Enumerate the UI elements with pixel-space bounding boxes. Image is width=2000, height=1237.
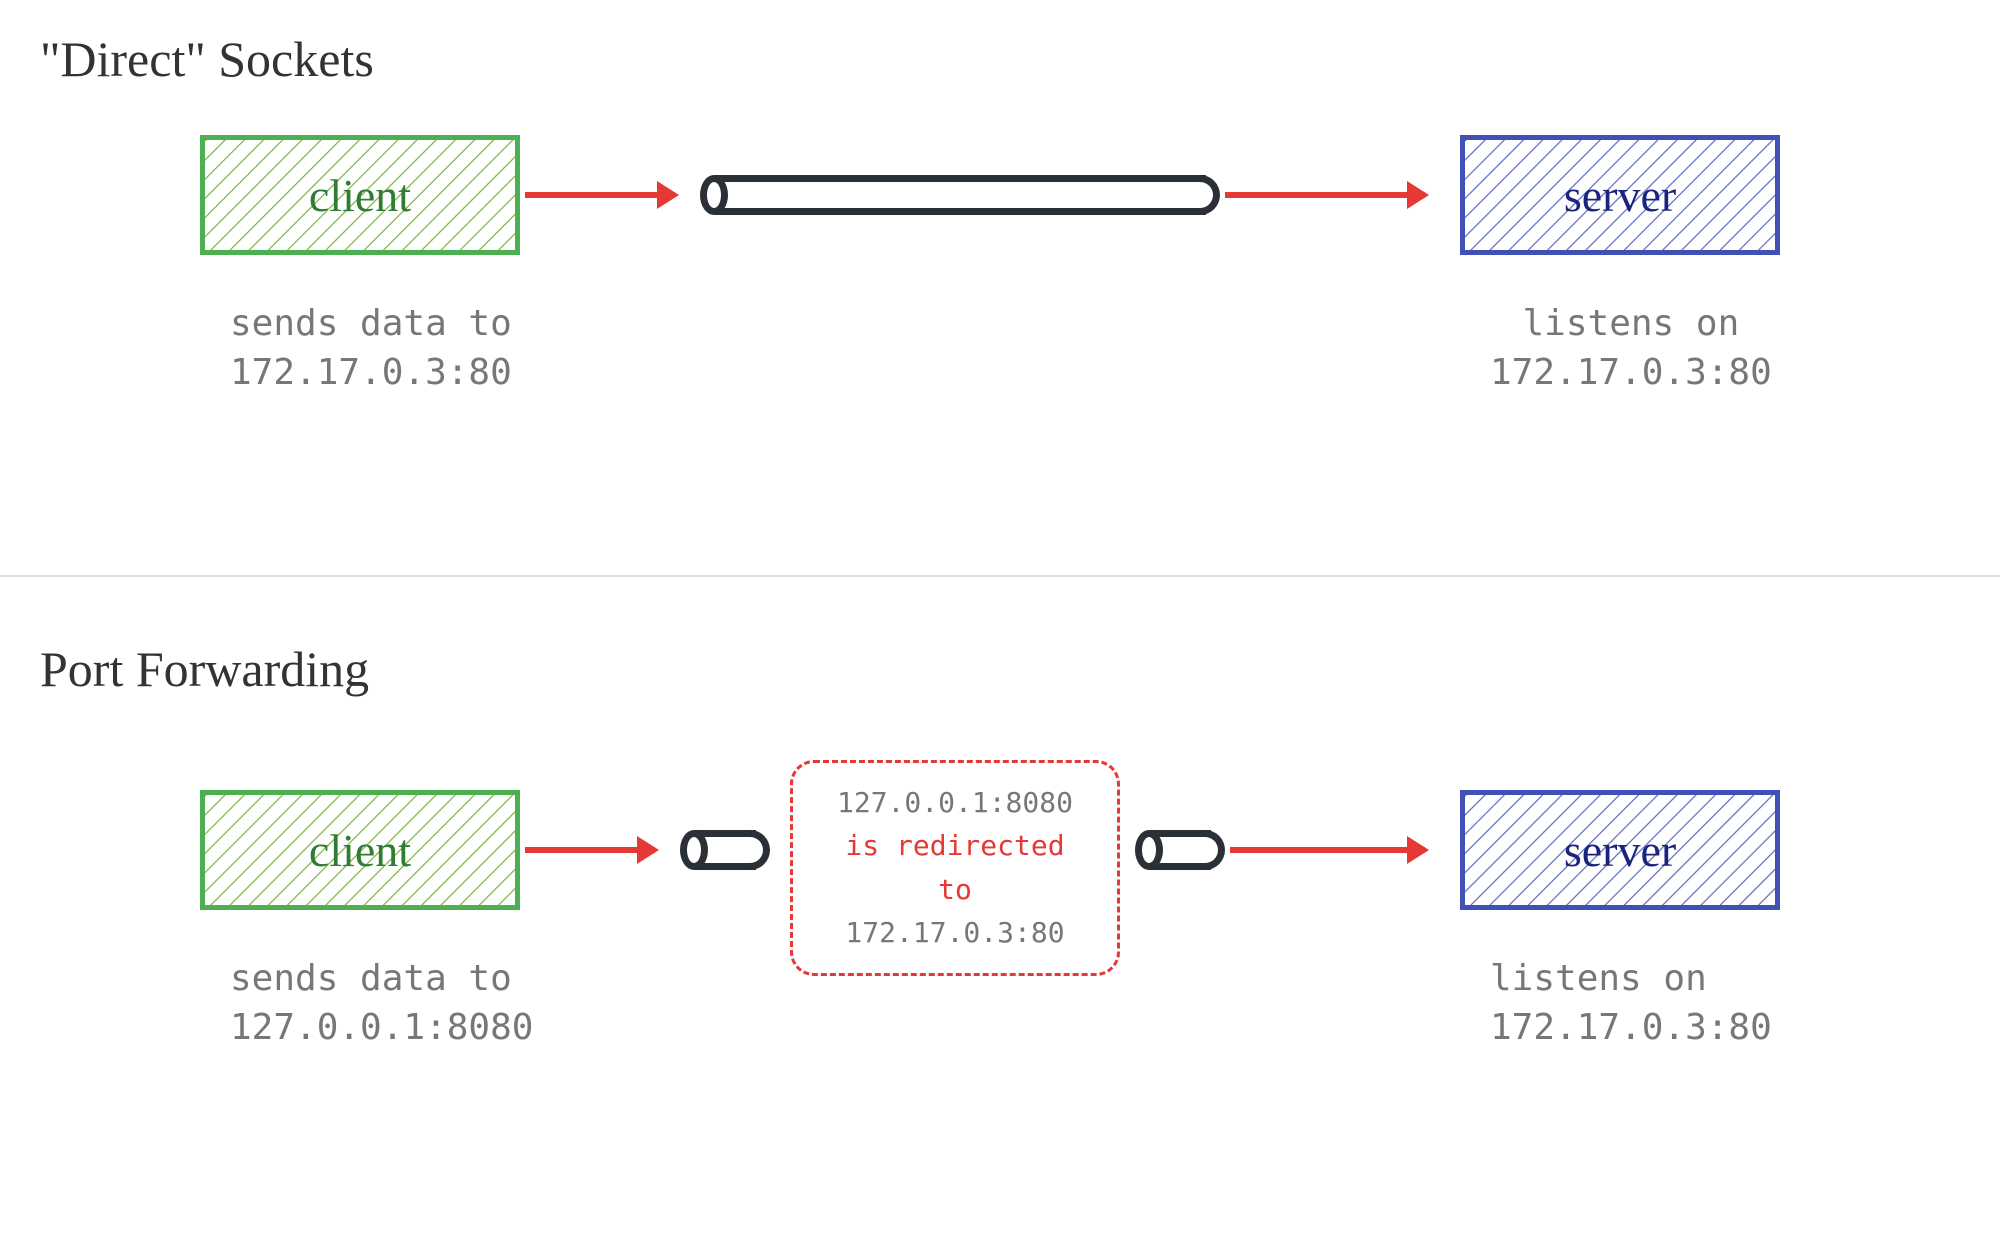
server-caption-2: listens on 172.17.0.3:80 [1490, 955, 1772, 1052]
server-label-2: server [1564, 824, 1676, 877]
section2-title: Port Forwarding [40, 640, 369, 698]
arrow-2a [525, 847, 655, 853]
pipe-2-right [1135, 830, 1225, 870]
arrow-1b [1225, 192, 1425, 198]
arrow-1a [525, 192, 675, 198]
server-box-1: server [1460, 135, 1780, 255]
server-label-1: server [1564, 169, 1676, 222]
client-caption-2: sends data to 127.0.0.1:8080 [230, 955, 533, 1052]
pipe-1 [700, 175, 1220, 215]
client-box-1: client [200, 135, 520, 255]
server-box-2: server [1460, 790, 1780, 910]
redirect-from: 127.0.0.1:8080 [821, 781, 1089, 824]
server-caption-1: listens on 172.17.0.3:80 [1490, 300, 1772, 397]
client-box-2: client [200, 790, 520, 910]
section-divider [0, 575, 2000, 577]
client-caption-1: sends data to 172.17.0.3:80 [230, 300, 512, 397]
redirect-to: 172.17.0.3:80 [821, 911, 1089, 954]
section1-title: "Direct" Sockets [40, 30, 374, 88]
redirect-mid: is redirected to [821, 824, 1089, 911]
pipe-2-left [680, 830, 770, 870]
redirect-box: 127.0.0.1:8080 is redirected to 172.17.0… [790, 760, 1120, 976]
arrow-2b [1230, 847, 1425, 853]
client-label-1: client [309, 169, 411, 222]
client-label-2: client [309, 824, 411, 877]
